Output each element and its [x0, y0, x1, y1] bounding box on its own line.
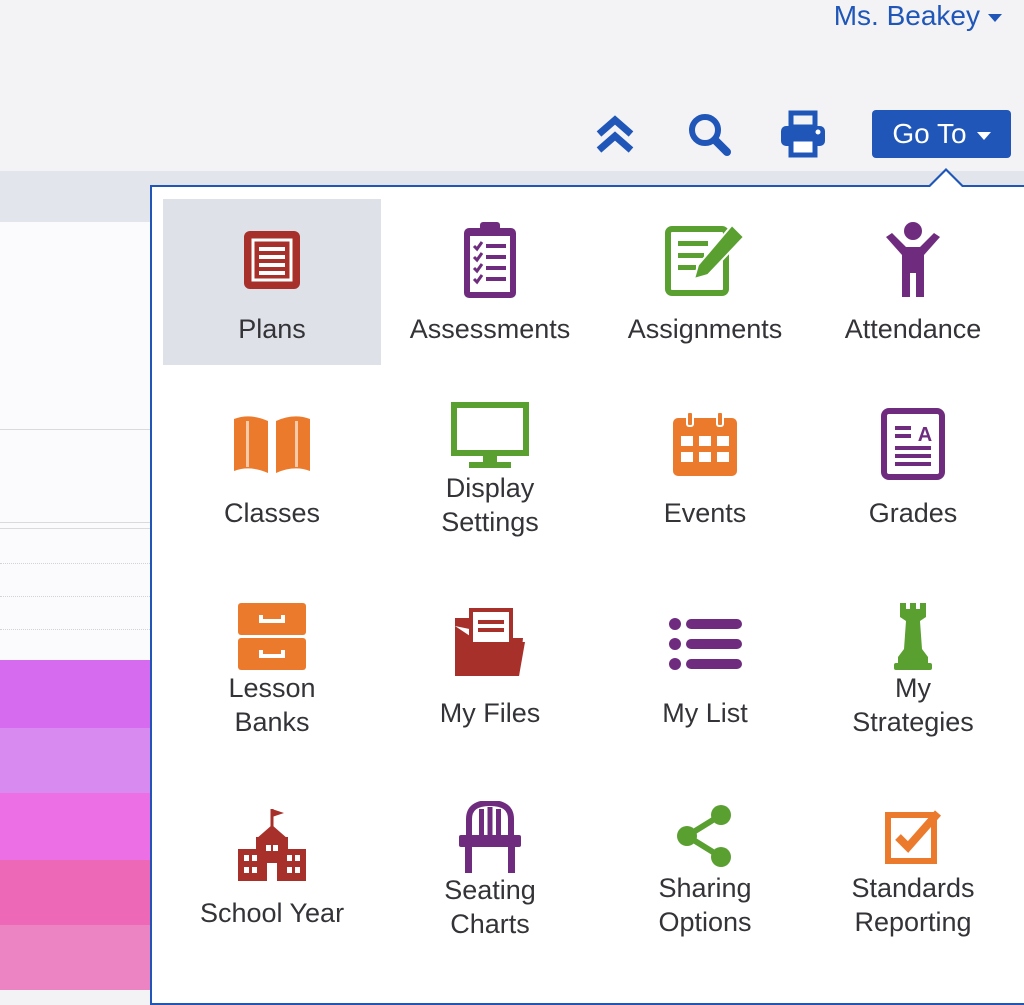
menu-item-label: Assignments	[627, 314, 783, 344]
menu-item-my-list[interactable]: My List	[596, 583, 814, 749]
chair-icon	[457, 801, 523, 873]
search-icon[interactable]	[681, 108, 737, 160]
grade-sheet-icon: A	[881, 401, 945, 487]
menu-item-my-strategies[interactable]: My Strategies	[804, 583, 1022, 749]
menu-item-label: Assessments	[409, 314, 571, 344]
chevron-down-icon	[976, 131, 991, 140]
file-cabinet-icon	[237, 601, 307, 671]
divider	[0, 522, 152, 523]
plans-icon	[243, 217, 301, 303]
double-chevron-up-icon[interactable]	[587, 108, 643, 160]
open-book-icon	[232, 401, 312, 487]
menu-item-grades[interactable]: A Grades	[804, 383, 1022, 549]
checkbox-icon	[884, 801, 942, 871]
schedule-block[interactable]	[0, 860, 152, 925]
share-icon	[675, 801, 735, 871]
svg-text:A: A	[918, 424, 932, 446]
menu-item-display-settings[interactable]: Display Settings	[381, 383, 599, 549]
menu-item-seating-charts[interactable]: Seating Charts	[381, 783, 599, 949]
menu-item-sharing-options[interactable]: Sharing Options	[596, 783, 814, 949]
calendar-icon	[671, 401, 739, 487]
goto-button[interactable]: Go To	[872, 110, 1011, 158]
divider	[0, 563, 152, 564]
clipboard-checklist-icon	[462, 217, 518, 303]
schedule-block[interactable]	[0, 925, 152, 990]
schedule-block[interactable]	[0, 793, 152, 860]
menu-item-label: Grades	[868, 498, 958, 528]
menu-item-plans[interactable]: Plans	[163, 199, 381, 365]
chess-rook-icon	[892, 601, 934, 671]
schedule-block[interactable]	[0, 660, 152, 728]
menu-item-label: School Year	[199, 898, 345, 928]
menu-item-events[interactable]: Events	[596, 383, 814, 549]
pencil-edit-icon	[664, 217, 746, 303]
schedule-block[interactable]	[0, 728, 152, 793]
menu-item-label: Seating Charts	[444, 875, 536, 939]
menu-item-attendance[interactable]: Attendance	[804, 199, 1022, 365]
menu-item-label: Sharing Options	[658, 873, 752, 937]
person-icon	[882, 217, 944, 303]
toolbar	[0, 108, 1024, 160]
menu-item-classes[interactable]: Classes	[163, 383, 381, 549]
divider	[0, 629, 152, 630]
menu-item-label: Attendance	[844, 314, 982, 344]
menu-item-label: Events	[663, 498, 747, 528]
goto-dropdown-menu: Plans Assessments Assignments Attendance…	[150, 185, 1024, 1005]
list-icon	[668, 601, 742, 687]
menu-item-label: Lesson Banks	[228, 673, 316, 737]
menu-item-assessments[interactable]: Assessments	[381, 199, 599, 365]
user-name: Ms. Beakey	[833, 0, 980, 31]
menu-item-label: My List	[662, 698, 748, 728]
menu-item-lesson-banks[interactable]: Lesson Banks	[163, 583, 381, 749]
divider	[0, 596, 152, 597]
menu-item-label: Standards Reporting	[851, 873, 975, 937]
menu-item-school-year[interactable]: School Year	[163, 783, 381, 949]
user-menu[interactable]: Ms. Beakey	[834, 0, 1002, 32]
folder-icon	[453, 601, 527, 687]
divider	[0, 528, 152, 529]
school-building-icon	[236, 801, 308, 887]
menu-item-label: My Files	[439, 698, 541, 728]
menu-item-label: Display Settings	[441, 473, 539, 537]
menu-item-standards-reporting[interactable]: Standards Reporting	[804, 783, 1022, 949]
menu-item-label: My Strategies	[852, 673, 974, 737]
goto-label: Go To	[892, 118, 967, 149]
printer-icon[interactable]	[775, 108, 831, 160]
dropdown-pointer-fill	[930, 171, 962, 187]
menu-item-my-files[interactable]: My Files	[381, 583, 599, 749]
menu-item-label: Classes	[223, 498, 321, 528]
menu-item-label: Plans	[238, 314, 306, 344]
divider	[0, 429, 152, 430]
chevron-down-icon	[988, 13, 1002, 22]
menu-item-assignments[interactable]: Assignments	[596, 199, 814, 365]
monitor-icon	[451, 401, 529, 471]
